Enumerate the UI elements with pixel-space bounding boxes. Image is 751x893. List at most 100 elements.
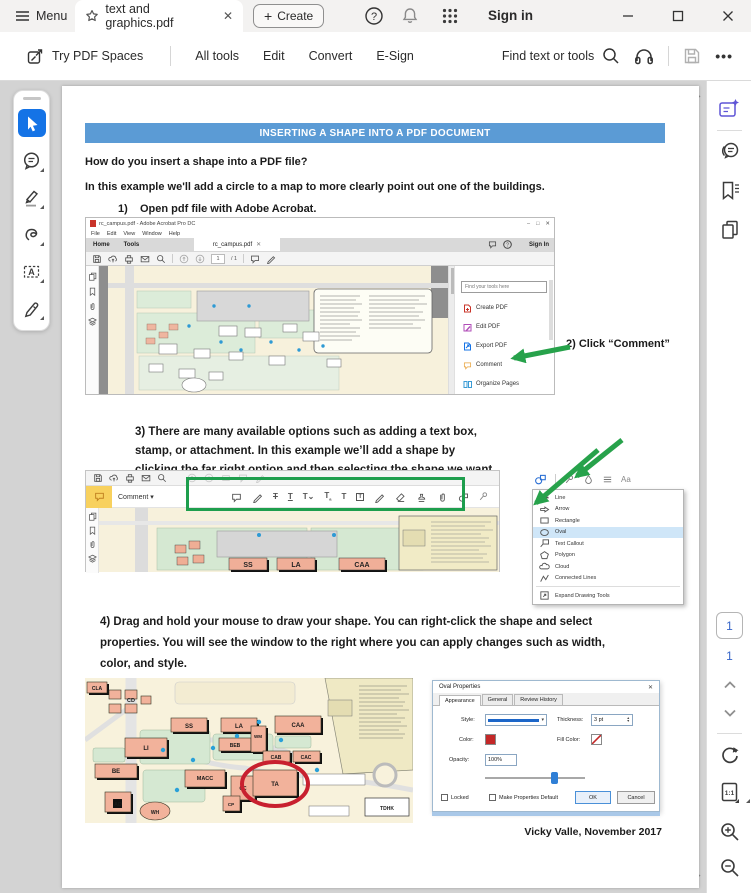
create-button[interactable]: + Create bbox=[253, 4, 324, 28]
ss1-layers-icon[interactable] bbox=[88, 317, 97, 326]
ss1-page-input[interactable]: 1 bbox=[211, 254, 225, 264]
ss2-email-icon[interactable] bbox=[141, 473, 151, 483]
text-style-button[interactable]: Aa bbox=[621, 475, 631, 484]
minimize-button[interactable] bbox=[613, 0, 643, 32]
ss1-bookmarks-icon[interactable] bbox=[88, 287, 97, 296]
zoom-in-button[interactable] bbox=[707, 821, 751, 843]
fill-color-swatch[interactable] bbox=[591, 734, 602, 745]
ss2-comment-label[interactable]: Comment ▾ bbox=[118, 493, 154, 501]
color-picker-icon[interactable] bbox=[583, 474, 594, 485]
ss1-attachments-icon[interactable] bbox=[88, 302, 97, 311]
ss1-sign-in[interactable]: Sign In bbox=[529, 242, 549, 248]
read-aloud-icon[interactable] bbox=[634, 47, 654, 66]
more-options-button[interactable]: ••• bbox=[715, 48, 733, 64]
tab-review-history[interactable]: Review History bbox=[514, 694, 563, 705]
opacity-slider-handle[interactable] bbox=[551, 772, 558, 784]
ss1-tool-organize-pages[interactable]: Organize Pages bbox=[463, 378, 553, 390]
ss1-page-up-icon[interactable] bbox=[179, 254, 189, 264]
ss1-save-icon[interactable] bbox=[92, 254, 102, 264]
menu-item-cloud[interactable]: Cloud bbox=[533, 561, 683, 573]
menu-item-arrow[interactable]: Arrow bbox=[533, 504, 683, 516]
draw-tool-button[interactable] bbox=[18, 220, 46, 248]
select-text-tool-button[interactable]: A bbox=[18, 257, 46, 285]
help-button[interactable]: ? bbox=[364, 6, 384, 26]
ss1-tools-search[interactable]: Find your tools here bbox=[461, 281, 547, 293]
make-default-checkbox[interactable] bbox=[489, 794, 496, 801]
ss1-menu-window[interactable]: Window bbox=[142, 231, 162, 237]
highlight-tool-button[interactable] bbox=[18, 183, 46, 211]
keep-tool-pin-icon[interactable] bbox=[564, 474, 575, 485]
tab-convert[interactable]: Convert bbox=[297, 49, 365, 63]
zoom-out-button[interactable] bbox=[707, 857, 751, 879]
ss1-comment-tool-icon[interactable] bbox=[250, 254, 260, 264]
ss2-attachments-icon[interactable] bbox=[88, 540, 97, 549]
ss1-tab-home[interactable]: Home bbox=[86, 242, 117, 248]
thickness-input[interactable]: 3 pt ▲▼ bbox=[591, 714, 633, 726]
ss2-layers-icon[interactable] bbox=[88, 554, 97, 563]
opacity-input[interactable]: 100% bbox=[485, 754, 517, 766]
ss1-tool-comment[interactable]: Comment bbox=[463, 359, 553, 371]
menu-item-expand-drawing-tools[interactable]: Expand Drawing Tools bbox=[533, 589, 683, 602]
tab-close-icon[interactable]: ✕ bbox=[223, 9, 233, 23]
style-dropdown[interactable]: ▾ bbox=[485, 714, 547, 726]
comment-tool-button[interactable] bbox=[18, 146, 46, 174]
ss1-share-icon[interactable] bbox=[108, 254, 118, 264]
tab-edit[interactable]: Edit bbox=[251, 49, 297, 63]
tab-appearance[interactable]: Appearance bbox=[439, 695, 481, 706]
ss1-page-down-icon[interactable] bbox=[195, 254, 205, 264]
ss2-bookmarks-icon[interactable] bbox=[88, 526, 97, 535]
ss1-tab-document[interactable]: rc_campus.pdf✕ bbox=[194, 238, 280, 251]
tab-general[interactable]: General bbox=[482, 694, 514, 705]
ok-button[interactable]: OK bbox=[575, 791, 611, 804]
drawing-shapes-icon[interactable] bbox=[534, 473, 547, 486]
ss1-menu-view[interactable]: View bbox=[123, 231, 135, 237]
save-icon[interactable] bbox=[683, 47, 701, 65]
ss1-tool-export-pdf[interactable]: Export PDF bbox=[463, 340, 553, 352]
color-swatch[interactable] bbox=[485, 734, 496, 745]
panel-drag-handle[interactable] bbox=[23, 97, 41, 100]
ss1-print-icon[interactable] bbox=[124, 254, 134, 264]
comments-panel-button[interactable] bbox=[707, 141, 751, 162]
ss1-menu-file[interactable]: File bbox=[91, 231, 100, 237]
tab-all-tools[interactable]: All tools bbox=[183, 49, 251, 63]
document-tab[interactable]: text and graphics.pdf ✕ bbox=[75, 0, 243, 32]
ss2-share-icon[interactable] bbox=[109, 473, 119, 483]
sign-in-button[interactable]: Sign in bbox=[488, 8, 533, 23]
try-pdf-spaces-button[interactable]: Try PDF Spaces bbox=[18, 32, 152, 80]
ss2-print-icon[interactable] bbox=[125, 473, 135, 483]
menu-item-polygon[interactable]: Polygon bbox=[533, 550, 683, 562]
menu-item-connected-lines[interactable]: Connected Lines bbox=[533, 573, 683, 585]
fill-sign-tool-button[interactable] bbox=[18, 294, 46, 322]
ss1-tab-tools[interactable]: Tools bbox=[117, 242, 147, 248]
cancel-button[interactable]: Cancel bbox=[617, 791, 655, 804]
next-page-button[interactable] bbox=[707, 707, 751, 719]
menu-button[interactable]: Menu bbox=[6, 0, 76, 32]
ss2-thumbnails-icon[interactable] bbox=[88, 512, 97, 521]
ss1-menu-edit[interactable]: Edit bbox=[107, 231, 116, 237]
notifications-button[interactable] bbox=[400, 6, 420, 26]
maximize-button[interactable] bbox=[663, 0, 693, 32]
menu-item-rectangle[interactable]: Rectangle bbox=[533, 515, 683, 527]
bookmarks-panel-button[interactable] bbox=[707, 180, 751, 201]
page-number-input[interactable]: 1 bbox=[716, 612, 743, 639]
ss1-thumbnails-icon[interactable] bbox=[88, 272, 97, 281]
ss1-tool-create-pdf[interactable]: Create PDF bbox=[463, 302, 553, 314]
ss1-panel-scrollbar[interactable] bbox=[549, 280, 553, 340]
menu-item-line[interactable]: Line bbox=[533, 492, 683, 504]
dialog-close-icon[interactable]: ✕ bbox=[648, 684, 653, 691]
zoom-preset-button[interactable]: 1:1 bbox=[707, 781, 751, 805]
rotate-page-button[interactable] bbox=[707, 745, 751, 767]
find-text-button[interactable]: Find text or tools bbox=[502, 47, 620, 65]
tab-esign[interactable]: E-Sign bbox=[364, 49, 426, 63]
line-weight-icon[interactable] bbox=[602, 474, 613, 485]
ss2-search-icon[interactable] bbox=[157, 473, 167, 483]
ss1-tool-edit-pdf[interactable]: Edit PDF bbox=[463, 321, 553, 333]
select-tool-button[interactable] bbox=[18, 109, 46, 137]
keep-tool-pin-icon[interactable] bbox=[478, 491, 489, 502]
ss1-menu-help[interactable]: Help bbox=[169, 231, 180, 237]
apps-grid-button[interactable] bbox=[441, 7, 459, 25]
menu-item-text-callout[interactable]: Text Callout bbox=[533, 538, 683, 550]
ss2-comment-active-tool[interactable] bbox=[86, 486, 112, 508]
pages-panel-button[interactable] bbox=[707, 219, 751, 240]
ss1-email-icon[interactable] bbox=[140, 254, 150, 264]
